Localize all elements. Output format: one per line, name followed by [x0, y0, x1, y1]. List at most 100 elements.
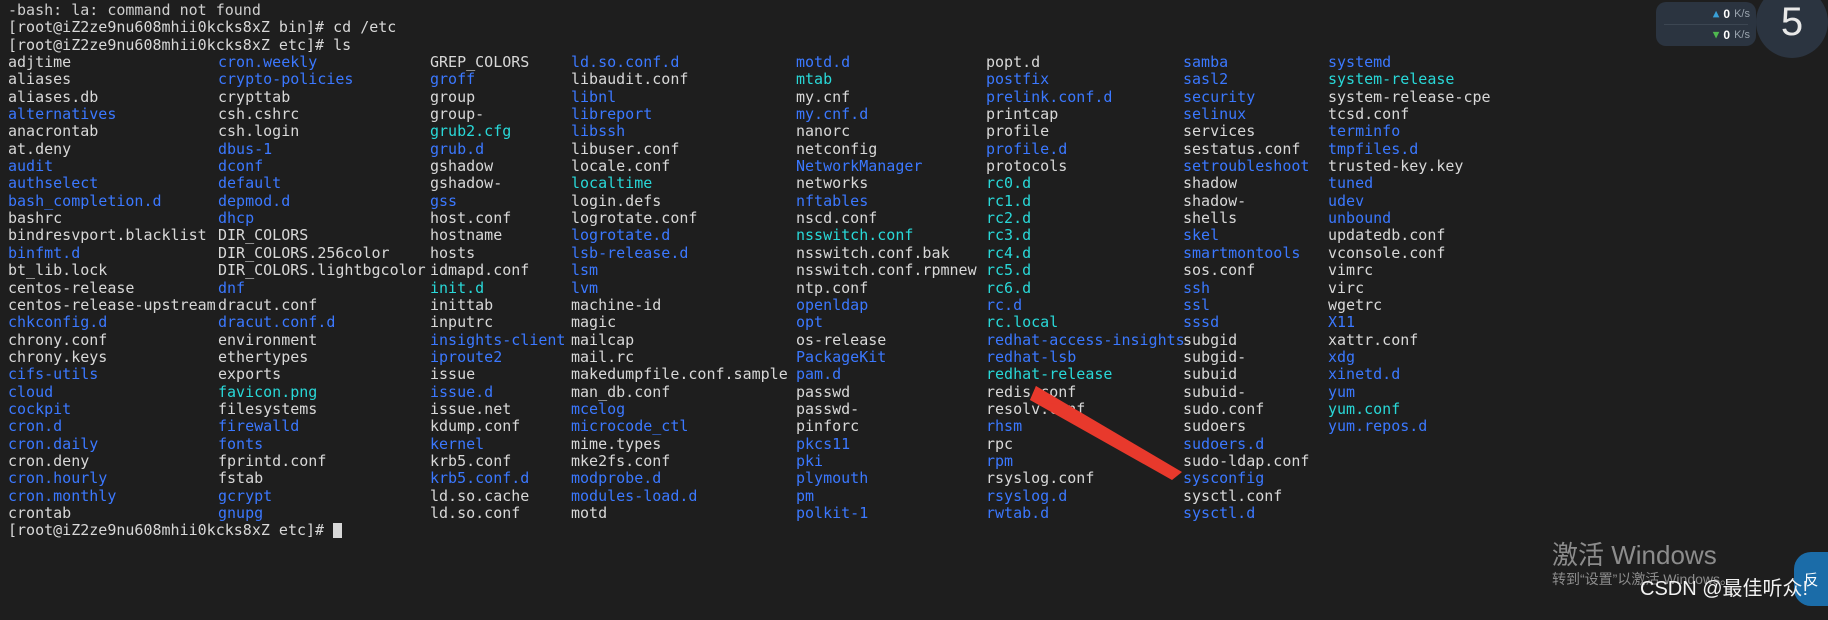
ls-entry: subuid-: [1183, 382, 1247, 401]
ls-entry: centos-release-upstream: [8, 295, 216, 314]
ls-entry: pki: [796, 451, 824, 470]
ls-entry: nsswitch.conf: [796, 226, 914, 245]
ls-entry: rc2.d: [986, 209, 1032, 228]
ls-entry: sysctl.conf: [1183, 486, 1283, 505]
ls-entry: system-release: [1328, 70, 1455, 89]
ls-output-grid: adjtime cron.weekly GREP_COLORS ld.so.conf.…: [8, 53, 1828, 522]
ls-entry: microcode_ctl: [571, 417, 689, 436]
ls-entry: my.cnf.d: [796, 105, 869, 124]
ls-entry: rpm: [986, 451, 1014, 470]
ls-entry: machine-id: [571, 295, 662, 314]
terminal-pane[interactable]: -bash: la: command not found [root@iZ2ze…: [0, 0, 1828, 620]
ls-entry: dconf: [218, 157, 264, 176]
terminal-prompt-line-3[interactable]: [root@iZ2ze9nu608mhii0kcks8xZ etc]#: [8, 522, 1828, 539]
ls-entry: gshadow-: [430, 174, 503, 193]
ls-entry: dbus-1: [218, 139, 273, 158]
ls-entry: polkit-1: [796, 503, 869, 522]
ls-row: bt_lib.lock DIR_COLORS.lightbgcolor idmapd…: [8, 261, 1828, 280]
ls-entry: rc.local: [986, 313, 1059, 332]
ls-entry: audit: [8, 157, 54, 176]
ls-entry: gnupg: [218, 503, 264, 522]
ls-entry: mke2fs.conf: [571, 451, 671, 470]
ls-entry: rc4.d: [986, 243, 1032, 262]
ls-row: bash_completion.d depmod.d gss login.defs nf…: [8, 191, 1828, 210]
ls-entry: motd: [571, 503, 608, 522]
ls-entry: rsyslog.d: [986, 486, 1068, 505]
ls-entry: groff: [430, 70, 476, 89]
ls-entry: centos-release: [8, 278, 135, 297]
ls-entry: yum.repos.d: [1328, 417, 1428, 436]
ls-entry: NetworkManager: [796, 157, 923, 176]
ls-entry: tcsd.conf: [1328, 105, 1410, 124]
ls-entry: sestatus.conf: [1183, 139, 1301, 158]
ls-entry: depmod.d: [218, 191, 291, 210]
ls-entry: networks: [796, 174, 869, 193]
terminal-error-line: -bash: la: command not found: [8, 1, 261, 19]
ls-entry: libreport: [571, 105, 653, 124]
ls-entry: libuser.conf: [571, 139, 680, 158]
ls-entry: rc.d: [986, 295, 1023, 314]
ls-entry: cron.deny: [8, 451, 90, 470]
ls-row: bindresvport.blacklist DIR_COLORS hostname…: [8, 226, 1828, 245]
ls-entry: rc5.d: [986, 261, 1032, 280]
ls-entry: udev: [1328, 191, 1365, 210]
ls-entry: subgid: [1183, 330, 1238, 349]
ls-entry: mtab: [796, 70, 833, 89]
ls-entry: libnl: [571, 87, 617, 106]
ls-entry: sudo.conf: [1183, 399, 1265, 418]
ls-row: chrony.keys ethertypes iproute2 mail.rc Pack…: [8, 347, 1828, 366]
ls-entry: hosts: [430, 243, 476, 262]
ls-entry: tmpfiles.d: [1328, 139, 1419, 158]
ls-entry: grub.d: [430, 139, 485, 158]
feedback-side-tab[interactable]: 反: [1794, 552, 1828, 606]
ls-entry: DIR_COLORS: [218, 226, 309, 245]
ls-row: authselect default gshadow-localtime networ…: [8, 174, 1828, 193]
ls-entry: sssd: [1183, 313, 1220, 332]
ls-row: crontab gnupg ld.so.conf motd polkit-1 rwtab.…: [8, 503, 1828, 522]
ls-entry: krb5.conf: [430, 451, 512, 470]
terminal-prompt-line-2: [root@iZ2ze9nu608mhii0kcks8xZ etc]# ls: [8, 35, 352, 54]
ls-entry: nscd.conf: [796, 209, 878, 228]
network-speed-widget[interactable]: ▲ 0 K/s ▼ 0 K/s: [1656, 2, 1756, 46]
ls-entry: crontab: [8, 503, 72, 522]
ls-entry: bt_lib.lock: [8, 261, 108, 280]
ls-entry: chkconfig.d: [8, 313, 108, 332]
ls-row: cron.daily fonts kernel mime.types pkcs11 rpc…: [8, 434, 1828, 453]
ls-entry: subuid: [1183, 365, 1238, 384]
ls-entry: magic: [571, 313, 617, 332]
ls-entry: wgetrc: [1328, 295, 1383, 314]
ls-entry: group-: [430, 105, 485, 124]
ls-entry: cron.hourly: [8, 469, 108, 488]
ls-entry: gshadow: [430, 157, 494, 176]
ls-entry: rwtab.d: [986, 503, 1050, 522]
ls-entry: xinetd.d: [1328, 365, 1401, 384]
ls-entry: nftables: [796, 191, 869, 210]
ls-entry: virc: [1328, 278, 1365, 297]
ls-entry: cron.daily: [8, 434, 99, 453]
ls-entry: mail.rc: [571, 347, 635, 366]
ls-entry: libaudit.conf: [571, 70, 689, 89]
ls-entry: aliases: [8, 70, 72, 89]
ls-entry: subgid-: [1183, 347, 1247, 366]
ls-entry: passwd: [796, 382, 851, 401]
ls-entry: rhsm: [986, 417, 1023, 436]
ls-entry: DIR_COLORS.256color: [218, 243, 390, 262]
ls-entry: ssl: [1183, 295, 1211, 314]
ls-entry: profile: [986, 122, 1050, 141]
ls-entry: system-release-cpe: [1328, 87, 1491, 106]
ls-entry: plymouth: [796, 469, 869, 488]
ls-entry: ld.so.cache: [430, 486, 530, 505]
ls-entry: services: [1183, 122, 1256, 141]
ls-entry: pinforc: [796, 417, 860, 436]
ls-entry: chrony.conf: [8, 330, 108, 349]
ls-entry: unbound: [1328, 209, 1392, 228]
ls-entry: popt.d: [986, 53, 1041, 72]
ls-row: cron.hourly fstab krb5.conf.d modprobe.d ply…: [8, 469, 1828, 488]
ls-entry: redhat-release: [986, 365, 1113, 384]
ls-entry: pm: [796, 486, 815, 505]
ls-entry: crypto-policies: [218, 70, 354, 89]
ls-entry: bash_completion.d: [8, 191, 162, 210]
ls-entry: rc1.d: [986, 191, 1032, 210]
ls-entry: cifs-utils: [8, 365, 99, 384]
ls-entry: nanorc: [796, 122, 851, 141]
